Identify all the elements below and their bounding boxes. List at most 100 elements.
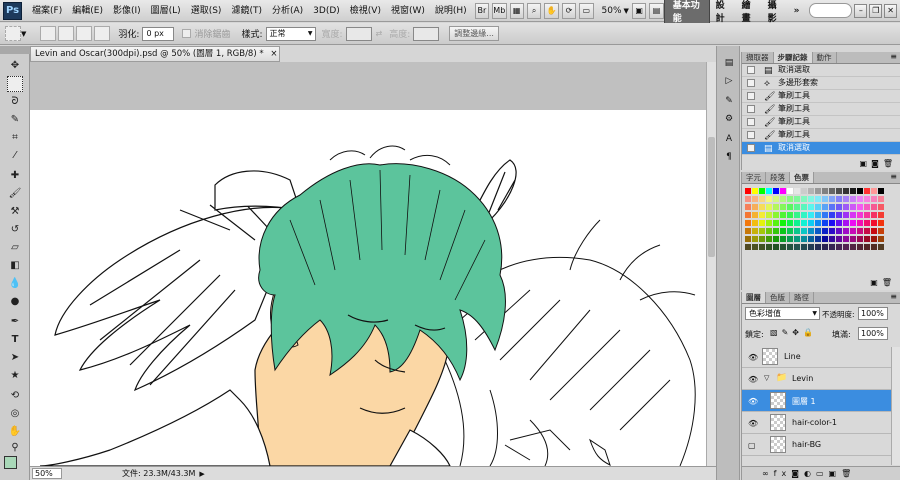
new-swatch-icon[interactable]: ▣ — [870, 278, 882, 287]
color-swatch[interactable] — [857, 188, 863, 194]
color-swatch[interactable] — [864, 244, 870, 250]
lasso-tool-icon[interactable]: ᘐ — [7, 94, 23, 110]
color-swatch[interactable] — [871, 188, 877, 194]
color-swatch[interactable] — [780, 220, 786, 226]
color-swatch[interactable] — [780, 228, 786, 234]
color-swatch[interactable] — [815, 228, 821, 234]
fill-input[interactable]: 100% — [858, 327, 888, 340]
antialias-checkbox[interactable] — [182, 29, 192, 38]
menu-item-3[interactable]: 圖層(L) — [146, 0, 186, 22]
color-swatch[interactable] — [850, 204, 856, 210]
color-swatch[interactable] — [794, 228, 800, 234]
color-swatch[interactable] — [836, 220, 842, 226]
history-brush-icon[interactable]: ↺ — [7, 222, 23, 238]
color-swatch[interactable] — [752, 188, 758, 194]
color-swatch[interactable] — [829, 244, 835, 250]
history-brush-source-checkbox[interactable] — [747, 118, 755, 126]
color-swatch[interactable] — [836, 212, 842, 218]
color-swatch[interactable] — [773, 220, 779, 226]
layer-mask-icon[interactable]: ◙ — [791, 469, 804, 478]
history-step[interactable]: 🖌 筆刷工具 — [742, 116, 900, 129]
color-swatch[interactable] — [794, 212, 800, 218]
color-swatch[interactable] — [766, 220, 772, 226]
scrollbar-thumb[interactable] — [708, 137, 715, 257]
color-swatch[interactable] — [843, 204, 849, 210]
dodge-tool-icon[interactable]: ● — [7, 294, 23, 310]
color-swatch[interactable] — [864, 188, 870, 194]
color-swatch[interactable] — [815, 220, 821, 226]
color-swatch[interactable] — [878, 236, 884, 242]
color-swatch[interactable] — [787, 196, 793, 202]
trash-icon[interactable]: 🗑 — [882, 278, 896, 287]
color-swatch[interactable] — [773, 244, 779, 250]
layer-row[interactable]: 👁 Line — [742, 346, 900, 368]
arrange-icon[interactable]: ▤ — [649, 2, 664, 19]
swatch-grid[interactable] — [742, 184, 900, 264]
color-swatch[interactable] — [745, 220, 751, 226]
color-swatch[interactable] — [815, 204, 821, 210]
color-swatch[interactable] — [878, 212, 884, 218]
color-swatch[interactable] — [864, 236, 870, 242]
color-swatch[interactable] — [773, 228, 779, 234]
color-swatch[interactable] — [808, 196, 814, 202]
color-swatch[interactable] — [864, 204, 870, 210]
color-swatch[interactable] — [836, 188, 842, 194]
lock-position-icon[interactable]: ✥ — [792, 328, 803, 337]
color-swatch[interactable] — [808, 212, 814, 218]
color-swatch[interactable] — [822, 228, 828, 234]
menu-item-5[interactable]: 濾鏡(T) — [226, 0, 267, 22]
color-swatch[interactable] — [864, 212, 870, 218]
color-swatch[interactable] — [787, 204, 793, 210]
color-swatch[interactable] — [822, 236, 828, 242]
clone-stamp-icon[interactable]: ⚒ — [7, 204, 23, 220]
color-swatch[interactable] — [787, 212, 793, 218]
color-swatch[interactable] — [864, 220, 870, 226]
rotate-view-icon[interactable]: ⟳ — [561, 2, 577, 19]
color-swatch[interactable] — [745, 196, 751, 202]
crop-tool-icon[interactable]: ⌗ — [7, 130, 23, 146]
color-swatch[interactable] — [808, 204, 814, 210]
color-swatch[interactable] — [836, 228, 842, 234]
color-swatch[interactable] — [801, 188, 807, 194]
color-swatch[interactable] — [871, 228, 877, 234]
color-swatch[interactable] — [801, 220, 807, 226]
swatches-tab-2[interactable]: 色票 — [790, 172, 814, 183]
3d-orbit-icon[interactable]: ◎ — [7, 406, 23, 422]
color-swatch[interactable] — [766, 244, 772, 250]
color-swatch[interactable] — [815, 236, 821, 242]
color-swatch[interactable] — [850, 196, 856, 202]
color-swatch[interactable] — [759, 188, 765, 194]
feather-input[interactable]: 0 px — [142, 26, 175, 41]
menu-item-9[interactable]: 視窗(W) — [386, 0, 430, 22]
workspace-design[interactable]: 設計 — [710, 0, 736, 24]
color-swatch[interactable] — [843, 244, 849, 250]
color-swatch[interactable] — [752, 196, 758, 202]
color-swatch[interactable] — [850, 220, 856, 226]
color-swatch[interactable] — [801, 236, 807, 242]
layer-row[interactable]: ▢ hair-BG — [742, 434, 900, 456]
color-swatch[interactable] — [759, 212, 765, 218]
new-group-icon[interactable]: ▭ — [816, 469, 829, 478]
color-swatch[interactable] — [759, 220, 765, 226]
color-swatch[interactable] — [766, 228, 772, 234]
adjustment-layer-icon[interactable]: ◐ — [804, 469, 816, 478]
color-swatch[interactable] — [787, 188, 793, 194]
color-swatch[interactable] — [836, 196, 842, 202]
color-swatch[interactable] — [836, 236, 842, 242]
new-snapshot-icon[interactable]: ◙ — [871, 159, 883, 168]
color-swatch[interactable] — [878, 196, 884, 202]
bridge-icon[interactable]: Br — [474, 2, 490, 19]
restore-icon[interactable]: ❐ — [869, 3, 883, 18]
color-swatch[interactable] — [857, 220, 863, 226]
color-swatch[interactable] — [850, 188, 856, 194]
disclosure-triangle-icon[interactable]: ▽ — [764, 374, 769, 382]
color-swatch[interactable] — [745, 244, 751, 250]
layer-row[interactable]: 👁 hair-color-1 — [742, 412, 900, 434]
history-brush-source-checkbox[interactable] — [747, 144, 755, 152]
color-swatch[interactable] — [766, 236, 772, 242]
color-swatch[interactable] — [787, 228, 793, 234]
color-swatch[interactable] — [843, 212, 849, 218]
minimize-icon[interactable]: – — [854, 3, 868, 18]
close-icon[interactable]: ✕ — [884, 3, 898, 18]
color-swatch[interactable] — [836, 244, 842, 250]
